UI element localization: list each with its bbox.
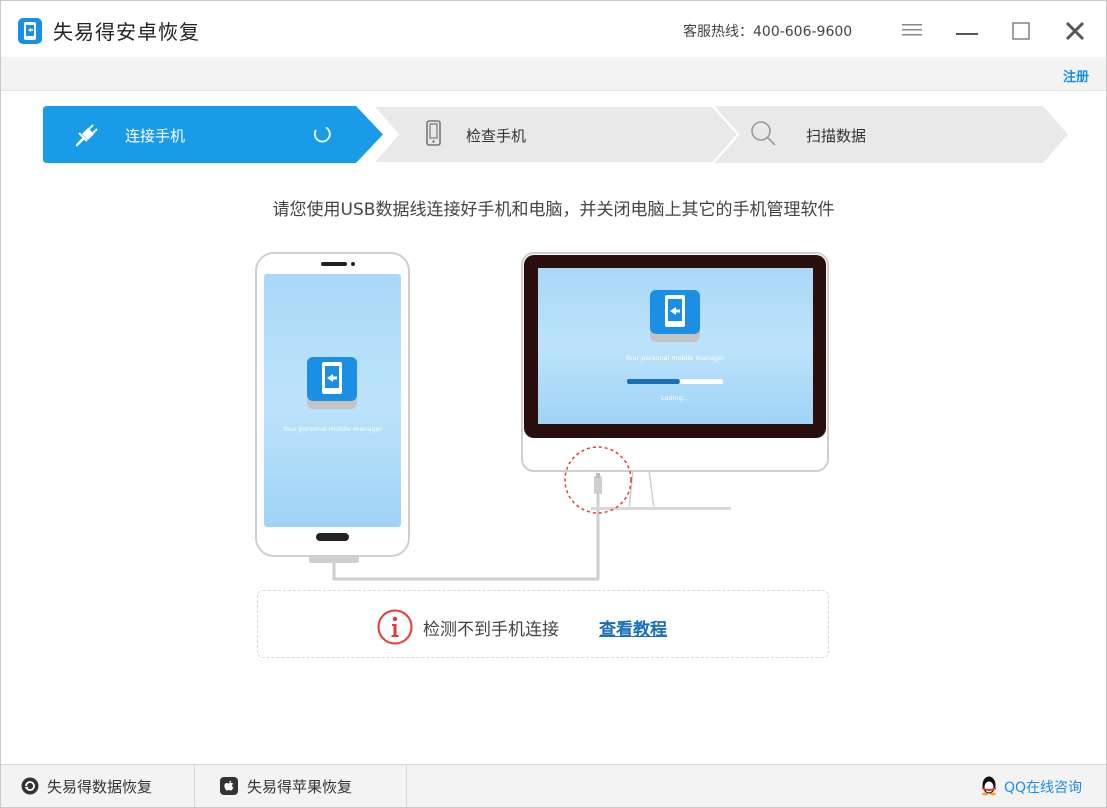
bottom-bar: 失易得数据恢复 失易得苹果恢复 QQ在线咨询 (1, 764, 1106, 807)
connection-illustration: Your personal mobile manager Your person… (255, 252, 829, 581)
status-text: 检测不到手机连接 (423, 620, 559, 640)
close-button[interactable] (1059, 15, 1091, 45)
hotline-text: 客服热线：400-606-9600 (683, 24, 853, 40)
qq-penguin-icon (982, 776, 996, 796)
connection-status-box: 检测不到手机连接 查看教程 (257, 590, 829, 658)
step-progress: 连接手机 检查手机 扫描数据 (43, 106, 1068, 163)
title-bar: 失易得安卓恢复 客服热线：400-606-9600 (1, 1, 1106, 57)
monitor-progress-fill (627, 379, 680, 384)
monitor-loading-text: Loding... (661, 394, 689, 402)
hamburger-icon (902, 24, 922, 36)
qq-consult-link[interactable]: QQ在线咨询 (1004, 777, 1082, 797)
data-recovery-label: 失易得数据恢复 (47, 778, 153, 796)
minimize-icon (956, 33, 978, 35)
monitor-app-logo-icon (650, 290, 700, 342)
error-info-icon (377, 609, 413, 645)
close-icon (1065, 21, 1085, 41)
phone-app-logo-icon (307, 357, 357, 409)
phone-graphic (255, 252, 410, 563)
minimize-button[interactable] (951, 15, 983, 45)
maximize-button[interactable] (1004, 15, 1036, 45)
monitor-caption: Your personal mobile manager (624, 354, 725, 362)
phone-caption: Your personal mobile manager (282, 425, 383, 433)
toolbar-strip: 注册 (1, 57, 1106, 91)
step-scan-bg (713, 106, 1068, 163)
step-connect-label: 连接手机 (125, 127, 185, 145)
data-recovery-icon (21, 777, 39, 795)
menu-button[interactable] (896, 15, 928, 45)
step-scan-label: 扫描数据 (806, 127, 866, 145)
app-window: 失易得安卓恢复 客服热线：400-606-9600 注册 连接手机 检查手机 扫… (0, 0, 1107, 808)
step-connect-bg (43, 106, 383, 163)
register-link[interactable]: 注册 (1063, 66, 1089, 85)
apple-recovery-label: 失易得苹果恢复 (247, 778, 353, 796)
step-check-label: 检查手机 (466, 127, 526, 145)
data-recovery-tab[interactable]: 失易得数据恢复 (1, 765, 195, 807)
apple-icon (220, 777, 238, 795)
view-tutorial-link[interactable]: 查看教程 (599, 615, 667, 640)
maximize-icon (1012, 22, 1030, 40)
apple-recovery-tab[interactable]: 失易得苹果恢复 (195, 765, 407, 807)
monitor-graphic (521, 252, 829, 510)
instruction-text: 请您使用USB数据线连接好手机和电脑，并关闭电脑上其它的手机管理软件 (272, 200, 835, 220)
app-logo-icon (18, 18, 42, 44)
app-title: 失易得安卓恢复 (53, 20, 200, 44)
